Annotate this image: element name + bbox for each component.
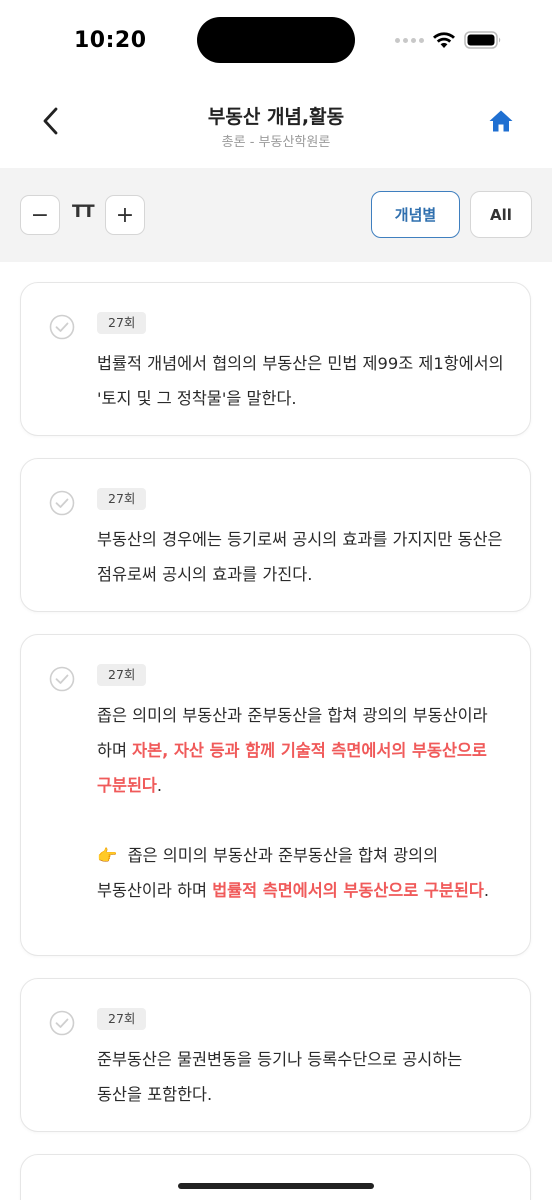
battery-icon [464,30,502,50]
plus-icon: + [115,202,135,228]
check-circle-icon[interactable] [49,314,75,340]
status-icons [395,30,502,50]
screen: 10:20 부동산 개념,활동 총론 - 부동산학원론 − TT + 개념별 A… [0,0,552,1200]
list-item[interactable] [20,1154,531,1200]
decrease-font-button[interactable]: − [20,195,60,235]
minus-icon: − [30,202,50,228]
filter-all-button[interactable]: All [470,191,532,238]
page-subtitle: 총론 - 부동산학원론 [221,135,331,150]
wifi-icon [432,31,456,49]
status-time: 10:20 [74,28,147,53]
card-text: 부동산의 경우에는 등기로써 공시의 효과를 가지지만 동산은 점유로써 공시의… [97,530,503,584]
status-bar: 10:20 [0,0,552,84]
home-indicator[interactable] [178,1183,374,1189]
card-text: 법률적 개념에서 협의의 부동산은 민법 제99조 제1항에서의 '토지 및 그… [97,354,504,408]
card-text: 준부동산은 물권변동을 등기나 등록수단으로 공시하는 동산을 포함한다. [97,1050,463,1104]
toolbar: − TT + 개념별 All [0,168,552,262]
signal-icon [395,37,424,43]
check-circle-icon[interactable] [49,1010,75,1036]
header: 부동산 개념,활동 총론 - 부동산학원론 [0,84,552,168]
filter-concept-button[interactable]: 개념별 [371,191,460,238]
increase-font-button[interactable]: + [105,195,145,235]
page-title: 부동산 개념,활동 [207,106,345,128]
check-circle-icon[interactable] [49,490,75,516]
list-item[interactable]: 27회 준부동산은 물권변동을 등기나 등록수단으로 공시하는 동산을 포함한다… [20,978,531,1132]
question-list[interactable]: 27회 법률적 개념에서 협의의 부동산은 민법 제99조 제1항에서의 '토지… [0,262,552,1200]
card-text-end: . [156,776,163,795]
card-text: 좁은 의미의 부동산과 준부동산을 합쳐 광의의 부동산이라 하며 자본, 자산… [97,698,506,908]
note-text-highlight: 법률적 측면에서의 부동산으로 구분된다 [212,881,484,900]
pointing-hand-icon: 👉 [97,846,118,865]
check-circle-icon[interactable] [49,666,75,692]
round-badge: 27회 [97,488,147,510]
home-icon [488,109,514,137]
round-badge: 27회 [97,664,147,686]
round-badge: 27회 [97,1008,147,1030]
font-size-icon: TT [72,202,95,222]
round-badge: 27회 [97,312,147,334]
dynamic-island [197,17,355,63]
home-button[interactable] [486,108,516,138]
list-item[interactable]: 27회 좁은 의미의 부동산과 준부동산을 합쳐 광의의 부동산이라 하며 자본… [20,634,531,956]
list-item[interactable]: 27회 부동산의 경우에는 등기로써 공시의 효과를 가지지만 동산은 점유로써… [20,458,531,612]
note-text-end: . [483,881,490,900]
list-item[interactable]: 27회 법률적 개념에서 협의의 부동산은 민법 제99조 제1항에서의 '토지… [20,282,531,436]
card-text-highlight: 자본, 자산 등과 함께 기술적 측면에서의 부동산으로 구분된다 [97,741,487,795]
